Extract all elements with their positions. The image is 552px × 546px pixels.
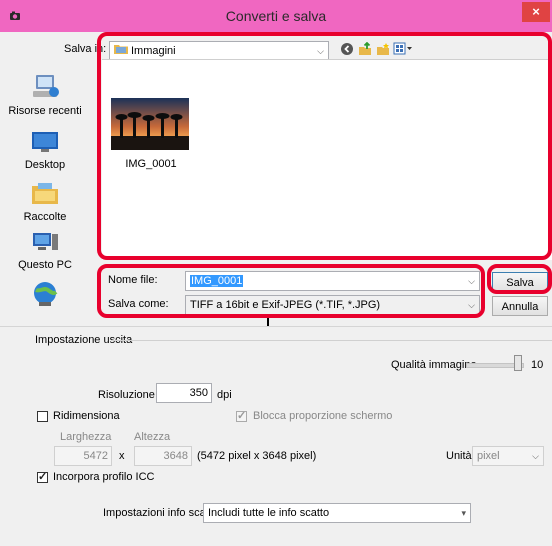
keep-ratio-checkbox[interactable]	[236, 409, 247, 422]
close-button[interactable]: ×	[522, 2, 550, 22]
unit-value: pixel	[477, 450, 500, 462]
desktop-icon	[30, 132, 60, 157]
chevron-down-icon: ▾	[461, 508, 466, 518]
place-label: Risorse recenti	[8, 105, 82, 117]
this-pc-icon	[30, 233, 60, 257]
libraries-icon	[30, 183, 60, 209]
place-network[interactable]	[0, 280, 90, 311]
group-divider	[112, 340, 552, 341]
resize-label: Ridimensiona	[53, 410, 120, 422]
icc-label: Incorpora profilo ICC	[53, 471, 155, 483]
chevron-down-icon: ⌵	[532, 451, 539, 461]
pixel-info: (5472 pixel x 3648 pixel)	[197, 450, 317, 462]
recent-places-icon	[30, 75, 60, 103]
height-label: Altezza	[134, 431, 171, 443]
highlight-save-button	[487, 264, 552, 294]
place-libraries[interactable]: Raccolte	[0, 180, 90, 223]
height-input[interactable]: 3648	[134, 446, 192, 466]
unit-label: Unità	[446, 450, 472, 462]
width-label: Larghezza	[60, 431, 112, 443]
place-label: Desktop	[24, 159, 66, 171]
quality-slider-thumb[interactable]	[514, 355, 522, 371]
resolution-input[interactable]: 350	[156, 383, 212, 403]
network-icon	[30, 282, 60, 311]
place-desktop[interactable]: Desktop	[0, 130, 90, 171]
place-recent[interactable]: Risorse recenti	[0, 72, 90, 117]
width-input[interactable]: 5472	[54, 446, 112, 466]
unit-select[interactable]: pixel ⌵	[472, 446, 544, 466]
quality-label: Qualità immagine	[391, 359, 477, 371]
place-this-pc[interactable]: Questo PC	[0, 230, 90, 271]
resolution-unit: dpi	[217, 389, 232, 401]
window-title: Converti e salva	[225, 8, 327, 24]
shot-info-label: Impostazioni info scatto	[103, 507, 218, 519]
place-label: Questo PC	[18, 259, 72, 271]
cancel-button[interactable]: Annulla	[492, 296, 548, 316]
quality-value: 10	[531, 359, 544, 371]
highlight-file-area	[97, 32, 552, 260]
keep-ratio-label: Blocca proporzione schermo	[253, 410, 393, 422]
resolution-label: Risoluzione	[98, 389, 155, 401]
icc-checkbox[interactable]	[37, 470, 48, 483]
highlight-filename-fields	[97, 264, 485, 318]
times-sign: x	[119, 450, 125, 462]
resize-checkbox[interactable]	[37, 411, 48, 422]
shot-info-value: Includi tutte le info scatto	[208, 507, 330, 519]
shot-info-select[interactable]: Includi tutte le info scatto ▾	[203, 503, 471, 523]
place-label: Raccolte	[23, 211, 67, 223]
